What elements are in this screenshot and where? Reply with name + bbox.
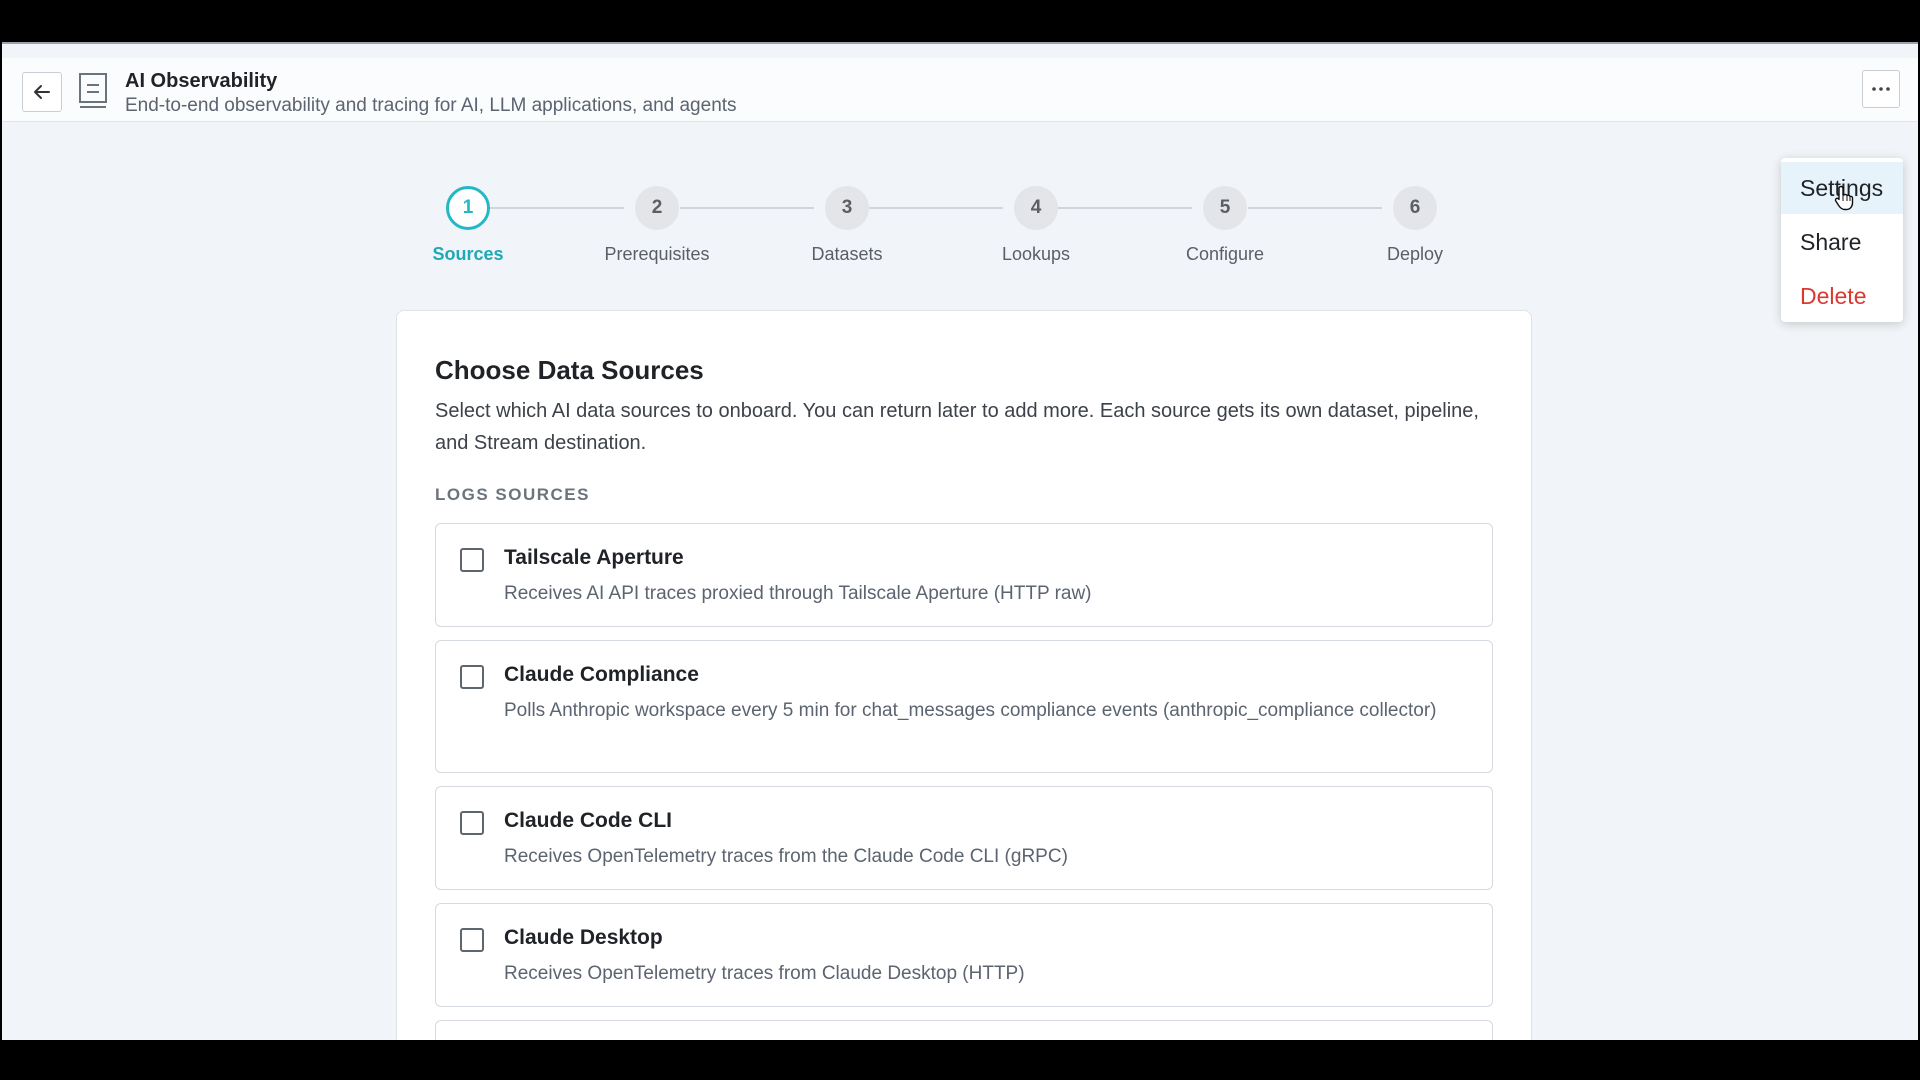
- top-black-bar: [0, 0, 1920, 42]
- step-number: 4: [1014, 186, 1058, 230]
- step-number: 5: [1203, 186, 1247, 230]
- step-number: 2: [635, 186, 679, 230]
- source-checkbox[interactable]: [460, 928, 484, 952]
- source-checkbox[interactable]: [460, 548, 484, 572]
- wizard-stepper: 1 Sources 2 Prerequisites 3 Datasets 4 L…: [432, 172, 1492, 292]
- source-name: Claude Compliance: [504, 663, 699, 686]
- source-item-partial[interactable]: [435, 1020, 1493, 1040]
- source-item-tailscale-aperture[interactable]: Tailscale Aperture Receives AI API trace…: [435, 523, 1493, 627]
- source-name: Claude Desktop: [504, 926, 663, 949]
- step-number: 1: [446, 186, 490, 230]
- hand-pointer-icon: [1834, 185, 1854, 211]
- step-number: 3: [825, 186, 869, 230]
- menu-item-delete[interactable]: Delete: [1781, 270, 1903, 322]
- section-label: LOGS SOURCES: [435, 485, 590, 504]
- app-window: AI Observability End-to-end observabilit…: [2, 42, 1918, 1040]
- step-lookups[interactable]: 4 Lookups: [956, 186, 1116, 265]
- source-description: Receives AI API traces proxied through T…: [504, 583, 1092, 604]
- page-title: AI Observability: [125, 70, 278, 92]
- more-horizontal-icon: [1872, 87, 1890, 91]
- step-label: Datasets: [811, 244, 883, 264]
- step-label: Lookups: [1001, 244, 1071, 264]
- step-label: Prerequisites: [604, 244, 710, 264]
- step-number: 6: [1393, 186, 1437, 230]
- source-item-claude-code-cli[interactable]: Claude Code CLI Receives OpenTelemetry t…: [435, 786, 1493, 890]
- source-checkbox[interactable]: [460, 665, 484, 689]
- step-prerequisites[interactable]: 2 Prerequisites: [577, 186, 737, 265]
- data-sources-card: Choose Data Sources Select which AI data…: [396, 310, 1532, 1040]
- page-header: AI Observability End-to-end observabilit…: [2, 58, 1918, 122]
- step-label: Configure: [1185, 244, 1265, 264]
- source-description: Receives OpenTelemetry traces from the C…: [504, 846, 1068, 867]
- card-description: Select which AI data sources to onboard.…: [435, 400, 1479, 454]
- step-deploy[interactable]: 6 Deploy: [1335, 186, 1495, 265]
- menu-item-share[interactable]: Share: [1781, 216, 1903, 268]
- step-configure[interactable]: 5 Configure: [1145, 186, 1305, 265]
- bottom-black-bar: [0, 1040, 1920, 1080]
- more-options-button[interactable]: [1862, 70, 1900, 108]
- source-checkbox[interactable]: [460, 811, 484, 835]
- arrow-left-icon: [34, 85, 50, 99]
- source-item-claude-desktop[interactable]: Claude Desktop Receives OpenTelemetry tr…: [435, 903, 1493, 1007]
- step-label: Sources: [432, 244, 504, 264]
- pack-icon: [79, 73, 107, 108]
- source-description: Polls Anthropic workspace every 5 min fo…: [504, 700, 1437, 721]
- back-button[interactable]: [22, 72, 62, 112]
- card-title: Choose Data Sources: [435, 355, 704, 385]
- step-sources[interactable]: 1 Sources: [388, 186, 548, 265]
- page-subtitle: End-to-end observability and tracing for…: [125, 95, 737, 116]
- step-datasets[interactable]: 3 Datasets: [767, 186, 927, 265]
- source-item-claude-compliance[interactable]: Claude Compliance Polls Anthropic worksp…: [435, 640, 1493, 773]
- more-options-menu: Settings Share Delete: [1781, 158, 1903, 322]
- source-name: Claude Code CLI: [504, 809, 673, 832]
- step-label: Deploy: [1386, 244, 1444, 264]
- source-name: Tailscale Aperture: [504, 546, 684, 569]
- source-description: Receives OpenTelemetry traces from Claud…: [504, 963, 1025, 984]
